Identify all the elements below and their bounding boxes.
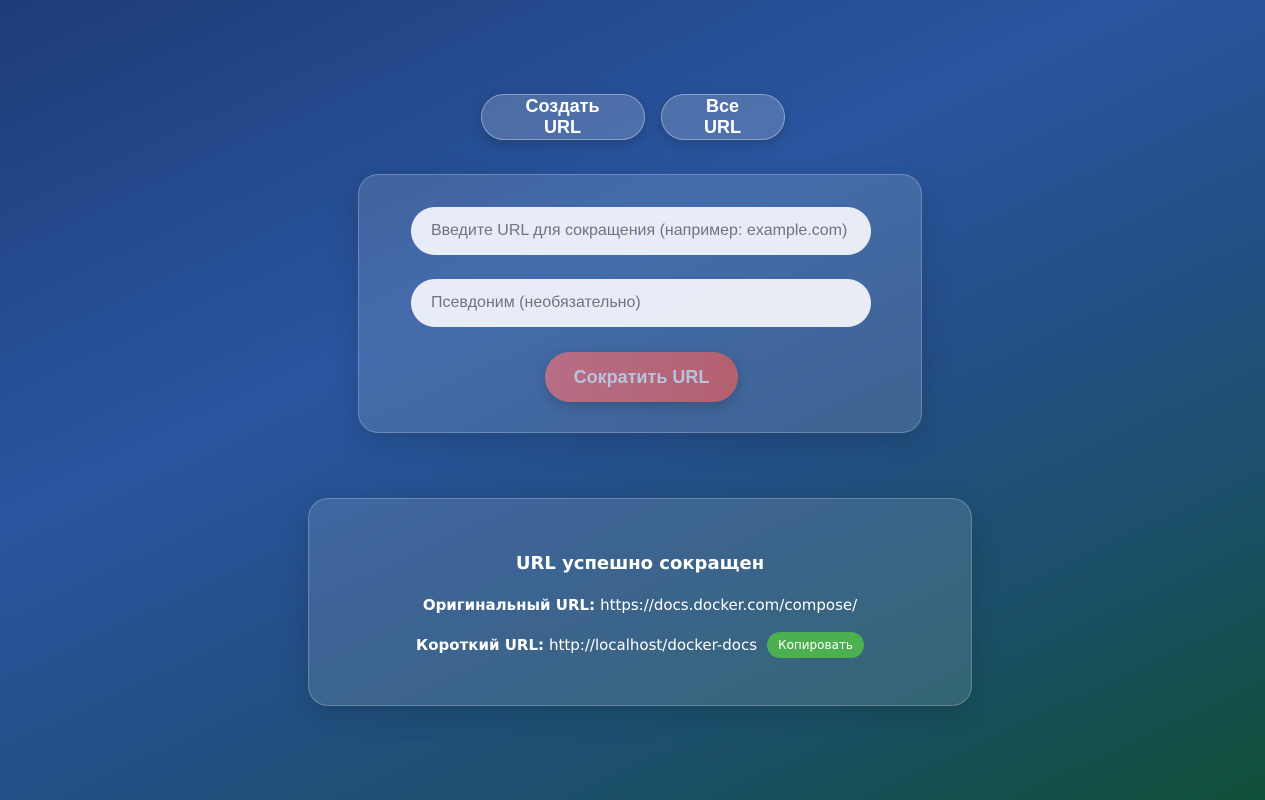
original-url-row: Оригинальный URL: https://docs.docker.co… [309, 596, 971, 614]
short-url-row: Короткий URL: http://localhost/docker-do… [309, 632, 971, 658]
result-card: URL успешно сокращен Оригинальный URL: h… [308, 498, 972, 706]
result-title: URL успешно сокращен [515, 553, 765, 574]
original-url-value: https://docs.docker.com/compose/ [600, 596, 858, 614]
top-nav: Создать URL Все URL [0, 94, 1265, 140]
short-url-value: http://localhost/docker-docs [549, 636, 758, 654]
copy-button[interactable]: Копировать [767, 632, 864, 658]
url-input[interactable] [411, 207, 871, 255]
original-url-label: Оригинальный URL: [422, 596, 596, 614]
create-url-button[interactable]: Создать URL [480, 94, 645, 140]
alias-input[interactable] [411, 279, 871, 327]
all-urls-button[interactable]: Все URL [660, 94, 785, 140]
short-url-label: Короткий URL: [415, 636, 544, 654]
shorten-form-card: Сократить URL [358, 174, 922, 433]
shorten-url-button[interactable]: Сократить URL [545, 352, 738, 402]
